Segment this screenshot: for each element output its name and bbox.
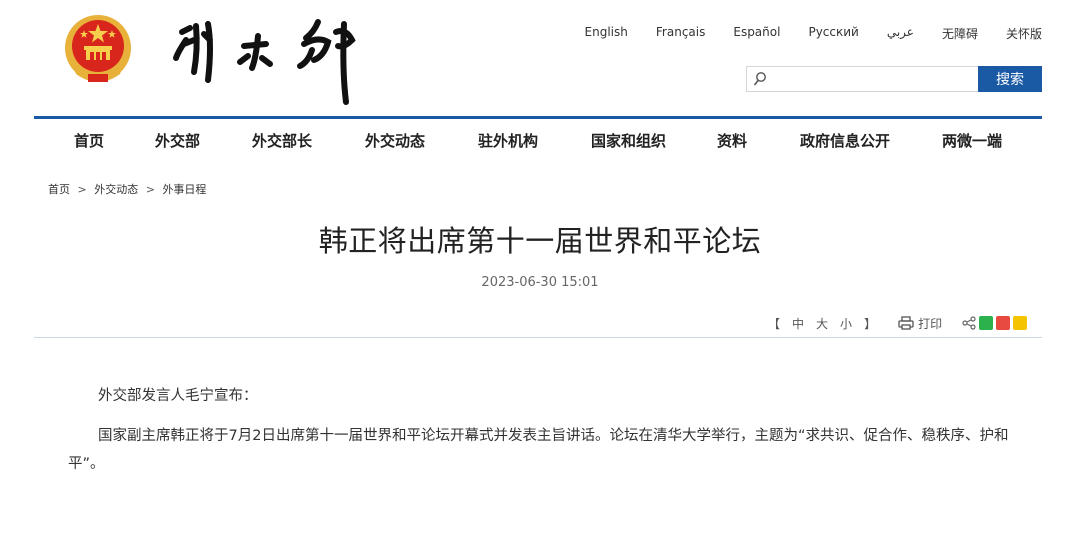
lang-spanish-link[interactable]: Español (733, 25, 780, 42)
nav-item-missions-abroad[interactable]: 驻外机构 (478, 130, 538, 151)
font-size-large-option[interactable]: 大 (816, 315, 828, 332)
nav-item-resources[interactable]: 资料 (717, 130, 747, 151)
lang-french-link[interactable]: Français (656, 25, 705, 42)
nav-item-social-media[interactable]: 两微一端 (942, 130, 1002, 151)
nav-item-government-info[interactable]: 政府信息公开 (800, 130, 890, 151)
lang-english-link[interactable]: English (585, 25, 628, 42)
article-paragraph: 外交部发言人毛宁宣布： (98, 388, 258, 404)
breadcrumb-separator: > (145, 183, 155, 196)
lang-arabic-link[interactable]: عربي (887, 25, 914, 42)
breadcrumb-separator: > (77, 183, 87, 196)
divider (34, 337, 1042, 338)
nav-item-countries-organizations[interactable]: 国家和组织 (591, 130, 666, 151)
font-size-small-option[interactable]: 小 (840, 315, 852, 332)
breadcrumb-diplomatic-news-link[interactable]: 外交动态 (94, 183, 138, 196)
print-label: 打印 (918, 316, 943, 331)
search-bar: 搜索 (746, 66, 1042, 92)
wechat-share-icon[interactable] (979, 316, 994, 330)
nav-item-minister[interactable]: 外交部长 (252, 130, 312, 151)
font-size-medium-option[interactable]: 中 (792, 315, 804, 332)
lang-russian-link[interactable]: Русский (808, 25, 858, 42)
font-size-bracket-close: 】 (864, 316, 877, 331)
breadcrumb-home-link[interactable]: 首页 (48, 183, 70, 196)
breadcrumb: 首页 > 外交动态 > 外事日程 (48, 181, 206, 197)
nav-item-diplomatic-news[interactable]: 外交动态 (365, 130, 425, 151)
nav-item-ministry[interactable]: 外交部 (155, 130, 200, 151)
printer-icon (898, 316, 914, 330)
article-date: 2023-06-30 15:01 (481, 275, 599, 290)
share-icon (962, 316, 976, 330)
article-title: 韩正将出席第十一届世界和平论坛 (318, 224, 762, 258)
main-nav: 首页 外交部 外交部长 外交动态 驻外机构 国家和组织 资料 政府信息公开 两微… (34, 116, 1042, 162)
search-button[interactable]: 搜索 (978, 66, 1042, 92)
font-size-selector: 【 中 大 小 】 (768, 315, 888, 332)
search-icon (753, 72, 766, 86)
language-bar: English Français Español Русский عربي 无障… (585, 25, 1042, 42)
font-size-bracket-open: 【 (768, 316, 781, 331)
weibo-share-icon[interactable] (996, 316, 1011, 330)
share-bar (962, 316, 1028, 330)
article-tools: 【 中 大 小 】 打印 (768, 314, 1028, 332)
nav-item-home[interactable]: 首页 (74, 130, 104, 151)
ministry-calligraphy-logo[interactable] (168, 10, 368, 110)
breadcrumb-foreign-affairs-schedule-link[interactable]: 外事日程 (162, 183, 206, 196)
elder-care-mode-link[interactable]: 关怀版 (1006, 25, 1042, 42)
search-input[interactable] (746, 66, 978, 92)
article-body: 外交部发言人毛宁宣布： 国家副主席韩正将于7月2日出席第十一届世界和平论坛开幕式… (68, 382, 1028, 490)
qzone-share-icon[interactable] (1013, 316, 1028, 330)
site-header: English Français Español Русский عربي 无障… (0, 0, 1080, 118)
accessibility-link[interactable]: 无障碍 (942, 25, 978, 42)
national-emblem-logo[interactable] (60, 12, 136, 88)
print-button[interactable]: 打印 (898, 315, 942, 332)
article-paragraph: 国家副主席韩正将于7月2日出席第十一届世界和平论坛开幕式并发表主旨讲话。论坛在清… (68, 428, 1009, 472)
